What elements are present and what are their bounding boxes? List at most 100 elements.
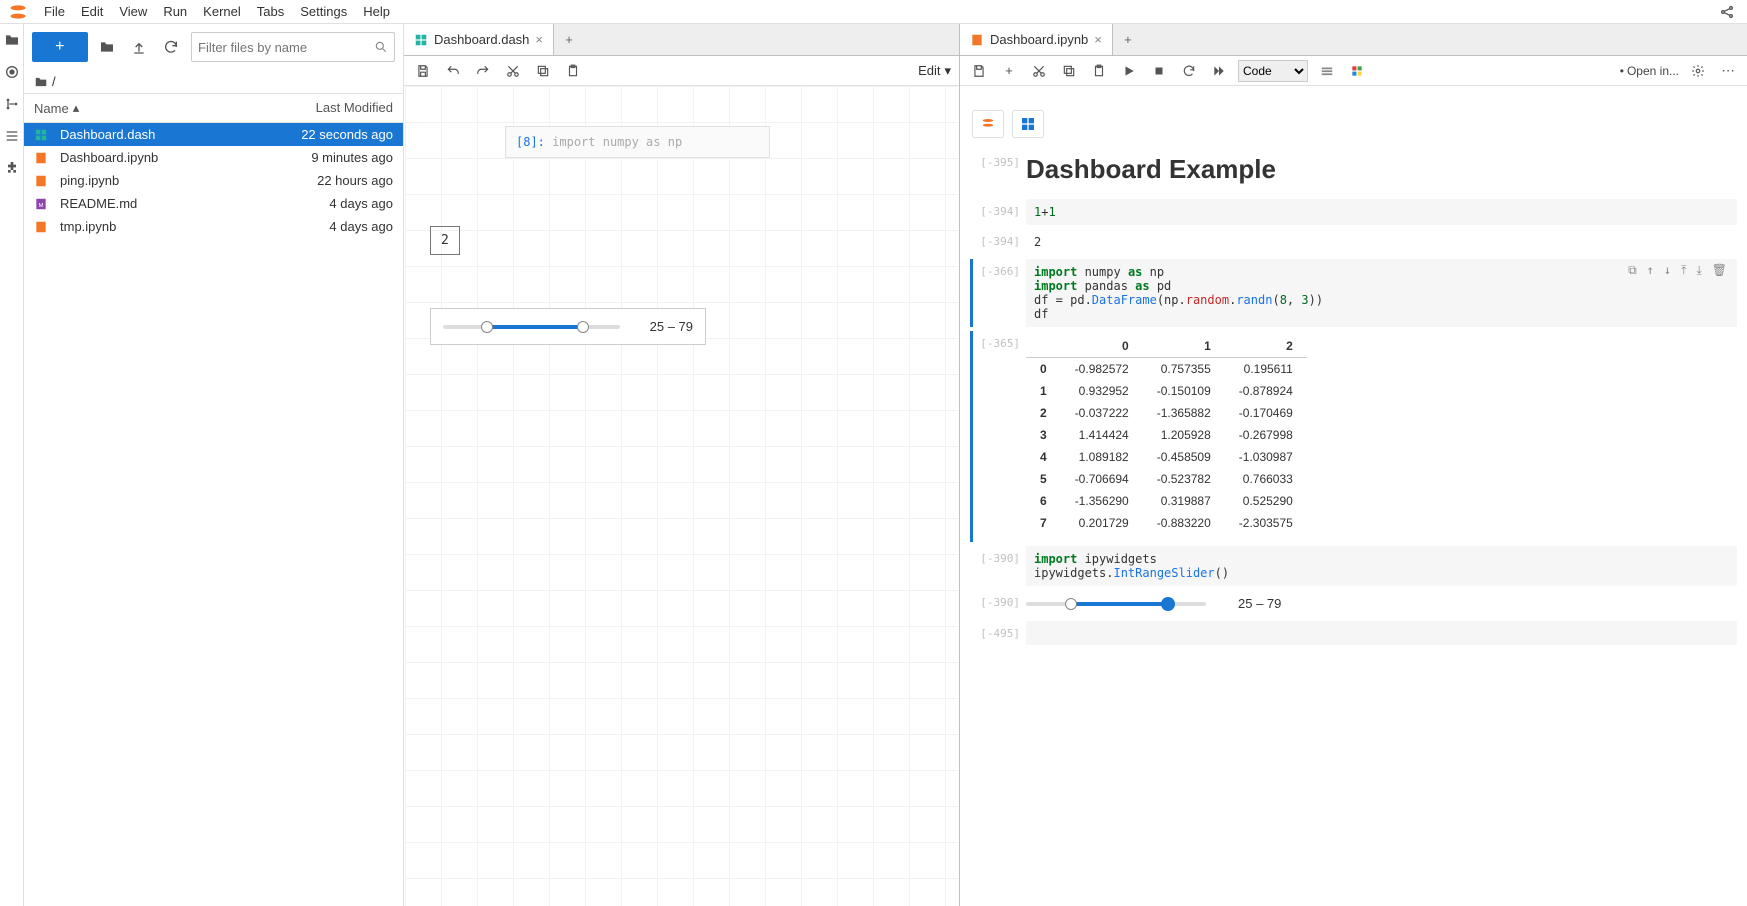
toc-icon[interactable] [4,128,20,144]
move-down-icon[interactable]: ↓ [1664,263,1671,278]
file-row[interactable]: Dashboard.ipynb9 minutes ago [24,146,403,169]
file-modified: 9 minutes ago [263,150,393,165]
running-icon[interactable] [4,64,20,80]
open-in-button[interactable]: • Open in... [1620,64,1679,78]
file-name: tmp.ipynb [60,219,263,234]
folder-icon[interactable] [4,32,20,48]
new-folder-button[interactable] [96,35,120,59]
new-tab-button[interactable]: + [1113,24,1143,55]
new-launcher-button[interactable]: + [32,32,88,62]
refresh-button[interactable] [159,35,183,59]
dashboard-output-cell[interactable]: 2 [430,226,460,255]
slider-thumb-low[interactable] [481,321,493,333]
slider-track[interactable] [443,325,620,329]
slider-track[interactable] [1026,602,1206,606]
close-icon[interactable]: × [535,32,543,47]
restart-button[interactable] [1178,60,1200,82]
dashboard-canvas[interactable]: [8]: import numpy as np 2 25 – 79 [405,86,958,906]
menu-tabs[interactable]: Tabs [249,4,292,19]
stop-button[interactable] [1148,60,1170,82]
undo-button[interactable] [442,60,464,82]
prompt: [-394] [966,229,1026,255]
copy-button[interactable] [532,60,554,82]
empty-code-cell[interactable] [1026,621,1737,645]
share-icon[interactable] [1719,4,1735,20]
insert-cell-button[interactable]: + [998,60,1020,82]
cell-actions: ⧉ ↑ ↓ ⤒ ⤓ 🗑 [1628,263,1727,278]
file-modified: 22 seconds ago [263,127,393,142]
file-row[interactable]: tmp.ipynb4 days ago [24,215,403,238]
file-row[interactable]: ping.ipynb22 hours ago [24,169,403,192]
mode-select[interactable]: Edit ▾ [918,63,951,79]
more-button[interactable]: ⋯ [1717,60,1739,82]
activity-bar [0,24,24,906]
file-name: Dashboard.dash [60,127,263,142]
menu-file[interactable]: File [36,4,73,19]
svg-text:M: M [39,202,44,208]
restart-run-all-button[interactable] [1208,60,1230,82]
file-row[interactable]: Dashboard.dash22 seconds ago [24,123,403,146]
close-icon[interactable]: × [1094,32,1102,47]
file-type-icon: M [34,197,52,211]
render-button[interactable] [1316,60,1338,82]
breadcrumb[interactable]: / [24,70,403,93]
code-cell[interactable]: import ipywidgetsipywidgets.IntRangeSlid… [1026,546,1737,586]
menu-edit[interactable]: Edit [73,4,111,19]
cut-button[interactable] [502,60,524,82]
tab-title: Dashboard.ipynb [990,32,1088,47]
dashboard-slider-widget[interactable]: 25 – 79 [430,308,706,345]
copy-button[interactable] [1058,60,1080,82]
slider-value-label: 25 – 79 [630,319,693,334]
menu-view[interactable]: View [111,4,155,19]
redo-button[interactable] [472,60,494,82]
tab-dashboard-dash[interactable]: Dashboard.dash × [404,24,554,55]
code-cell-active[interactable]: ⧉ ↑ ↓ ⤒ ⤓ 🗑 import numpy as np import pa… [1026,259,1737,327]
search-icon [374,40,388,54]
file-filter-input[interactable] [198,40,374,55]
new-tab-button[interactable]: + [554,24,584,55]
paste-button[interactable] [562,60,584,82]
paste-button[interactable] [1088,60,1110,82]
file-filter[interactable] [191,32,395,62]
dashboard-pane: Dashboard.dash × + Edit ▾ [404,24,960,906]
prompt: [-395] [966,150,1026,195]
debugger-button[interactable] [1346,60,1368,82]
slider-thumb-high[interactable] [1161,597,1175,611]
extensions-icon[interactable] [4,160,20,176]
prompt: [-365] [966,331,1026,542]
header-name[interactable]: Name▴ [34,100,263,116]
duplicate-icon[interactable]: ⧉ [1628,263,1637,278]
code-cell[interactable]: 1+1 [1026,199,1737,225]
view-notebook-button[interactable] [972,110,1004,138]
insert-above-icon[interactable]: ⤒ [1681,263,1686,278]
menu-kernel[interactable]: Kernel [195,4,249,19]
dashboard-code-cell[interactable]: [8]: import numpy as np [505,126,770,158]
run-button[interactable] [1118,60,1140,82]
header-modified[interactable]: Last Modified [263,100,393,116]
notebook-icon [970,33,984,47]
file-name: Dashboard.ipynb [60,150,263,165]
menu-help[interactable]: Help [355,4,398,19]
slider-thumb-high[interactable] [577,321,589,333]
breadcrumb-root: / [52,74,56,89]
kernel-settings-button[interactable] [1687,60,1709,82]
save-button[interactable] [968,60,990,82]
slider-thumb-low[interactable] [1065,598,1077,610]
file-modified: 22 hours ago [263,173,393,188]
file-row[interactable]: MREADME.md4 days ago [24,192,403,215]
tab-dashboard-ipynb[interactable]: Dashboard.ipynb × [960,24,1113,55]
delete-icon[interactable]: 🗑 [1712,263,1727,278]
celltype-select[interactable]: Code [1238,60,1308,82]
insert-below-icon[interactable]: ⤓ [1696,263,1701,278]
slider-widget[interactable]: 25 – 79 [1026,590,1737,617]
view-dashboard-button[interactable] [1012,110,1044,138]
upload-button[interactable] [127,35,151,59]
cut-button[interactable] [1028,60,1050,82]
save-button[interactable] [412,60,434,82]
menu-run[interactable]: Run [155,4,195,19]
git-icon[interactable] [4,96,20,112]
prompt: [-495] [966,621,1026,645]
menu-settings[interactable]: Settings [292,4,355,19]
move-up-icon[interactable]: ↑ [1647,263,1654,278]
page-title: Dashboard Example [1026,150,1737,195]
